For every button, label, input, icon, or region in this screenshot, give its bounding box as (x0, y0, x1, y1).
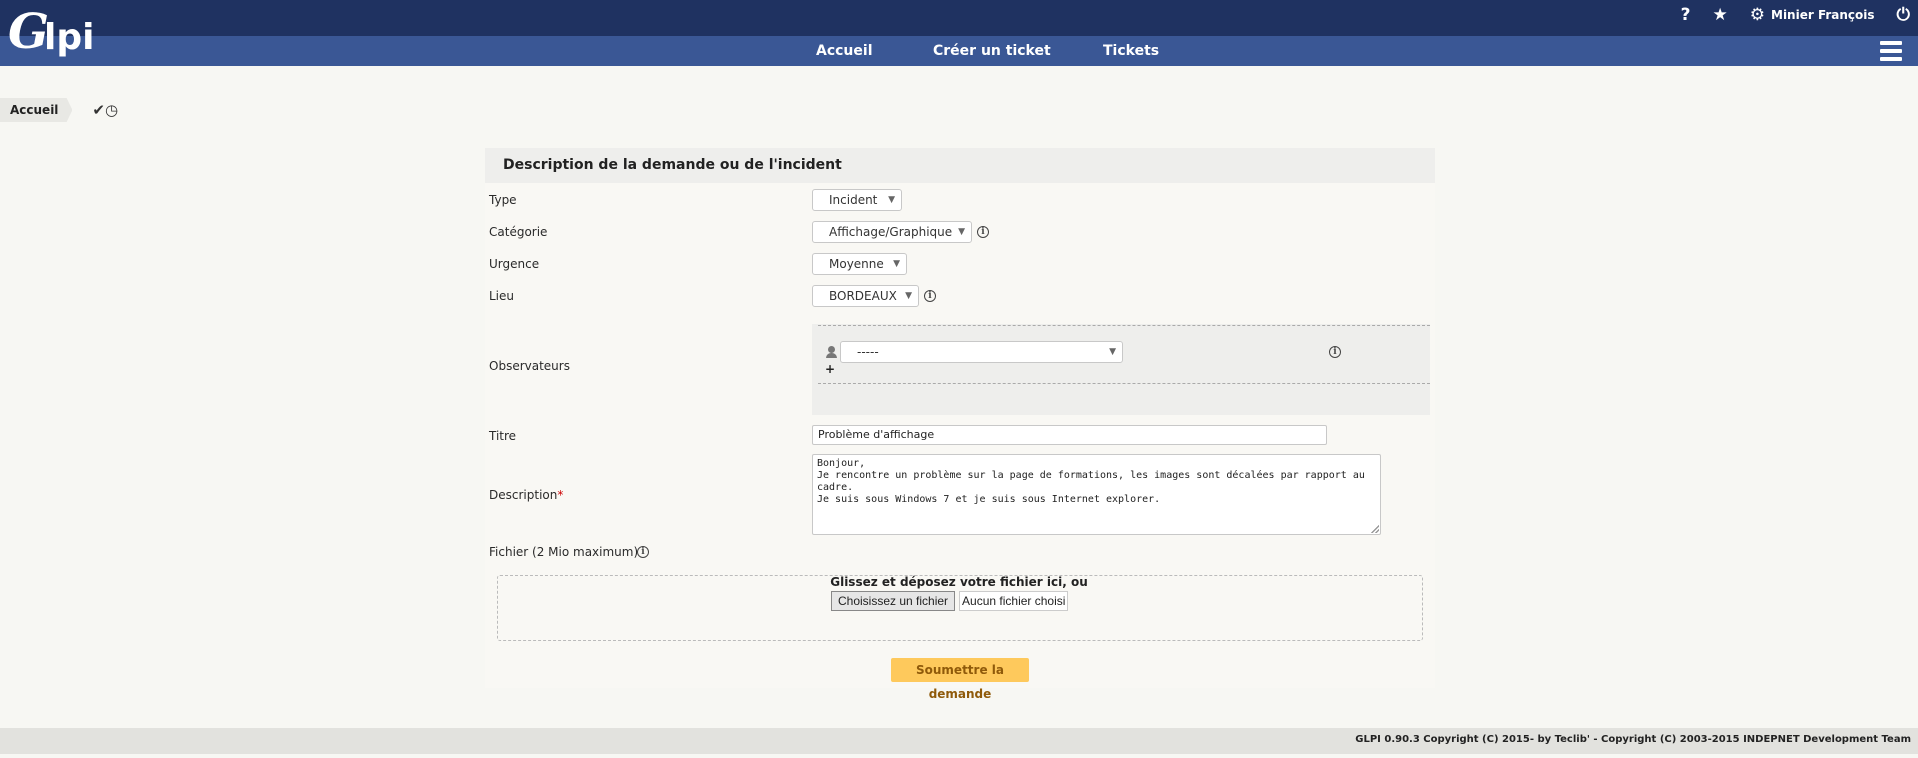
description-text: Bonjour, Je rencontre un problème sur la… (817, 458, 1365, 505)
divider (818, 325, 1430, 326)
add-observer-button[interactable]: + (825, 362, 835, 376)
star-icon[interactable]: ★ (1713, 0, 1728, 30)
urgency-label: Urgence (489, 257, 540, 271)
category-label: Catégorie (489, 225, 548, 239)
top-toolbar: ? ★ ⚙ Minier François ⏻ (1681, 0, 1910, 30)
info-icon[interactable]: i (977, 226, 989, 238)
user-menu[interactable]: ⚙ Minier François (1750, 0, 1875, 30)
type-select[interactable]: Incident ▼ (812, 189, 902, 211)
observers-box (812, 324, 1430, 415)
file-status: Aucun fichier choisi (959, 591, 1069, 611)
observers-label: Observateurs (489, 359, 570, 373)
top-bar (0, 0, 1918, 36)
gear-icon: ⚙ (1749, 5, 1765, 25)
chevron-down-icon: ▼ (893, 259, 900, 269)
dropzone-text: Glissez et déposez votre fichier ici, ou (830, 575, 1088, 589)
info-icon[interactable]: i (1329, 346, 1341, 358)
power-icon[interactable]: ⏻ (1897, 0, 1910, 30)
observer-select[interactable]: ----- ▼ (840, 341, 1123, 363)
category-value: Affichage/Graphique (829, 225, 953, 239)
breadcrumb-home[interactable]: Accueil (0, 98, 73, 122)
file-label: Fichier (2 Mio maximum) (489, 545, 639, 559)
check-clock-icon[interactable]: ✔◷ (92, 101, 118, 119)
person-icon (826, 346, 837, 358)
chevron-down-icon: ▼ (958, 227, 965, 237)
nav-tickets[interactable]: Tickets (1103, 36, 1159, 66)
nav-create-ticket[interactable]: Créer un ticket (933, 36, 1051, 66)
submit-button[interactable]: Soumettre la demande (891, 658, 1029, 701)
type-label: Type (489, 193, 517, 207)
file-input[interactable]: Choisissez un fichier Aucun fichier choi… (831, 590, 1069, 612)
nav-home[interactable]: Accueil (816, 36, 873, 66)
chevron-down-icon: ▼ (905, 291, 912, 301)
choose-file-button[interactable]: Choisissez un fichier (831, 591, 956, 611)
location-label: Lieu (489, 289, 515, 303)
description-textarea[interactable]: Bonjour, Je rencontre un problème sur la… (812, 454, 1381, 535)
observer-value: ----- (857, 345, 879, 359)
user-name: Minier François (1771, 8, 1875, 22)
divider (818, 383, 1430, 384)
urgency-value: Moyenne (829, 257, 884, 271)
description-label: Description* (489, 488, 564, 502)
info-icon[interactable]: i (924, 290, 936, 302)
location-select[interactable]: BORDEAUX ▼ (812, 285, 919, 307)
glpi-logo[interactable]: G lpi (6, 6, 106, 66)
urgency-select[interactable]: Moyenne ▼ (812, 253, 907, 275)
help-icon[interactable]: ? (1681, 0, 1691, 30)
location-value: BORDEAUX (829, 289, 897, 303)
info-icon[interactable]: i (637, 546, 649, 558)
chevron-down-icon: ▼ (888, 195, 895, 205)
menu-icon[interactable] (1880, 41, 1902, 61)
chevron-down-icon: ▼ (1109, 347, 1116, 357)
type-value: Incident (829, 193, 878, 207)
footer-copyright: GLPI 0.90.3 Copyright (C) 2015- by Tecli… (1355, 734, 1911, 745)
form-title: Description de la demande ou de l'incide… (485, 148, 1435, 183)
title-input[interactable]: Problème d'affichage (812, 425, 1327, 445)
resize-handle[interactable] (1371, 525, 1379, 533)
breadcrumb: Accueil ✔◷ (0, 98, 118, 122)
category-select[interactable]: Affichage/Graphique ▼ (812, 221, 972, 243)
required-mark: * (557, 488, 564, 502)
title-label: Titre (489, 429, 517, 443)
